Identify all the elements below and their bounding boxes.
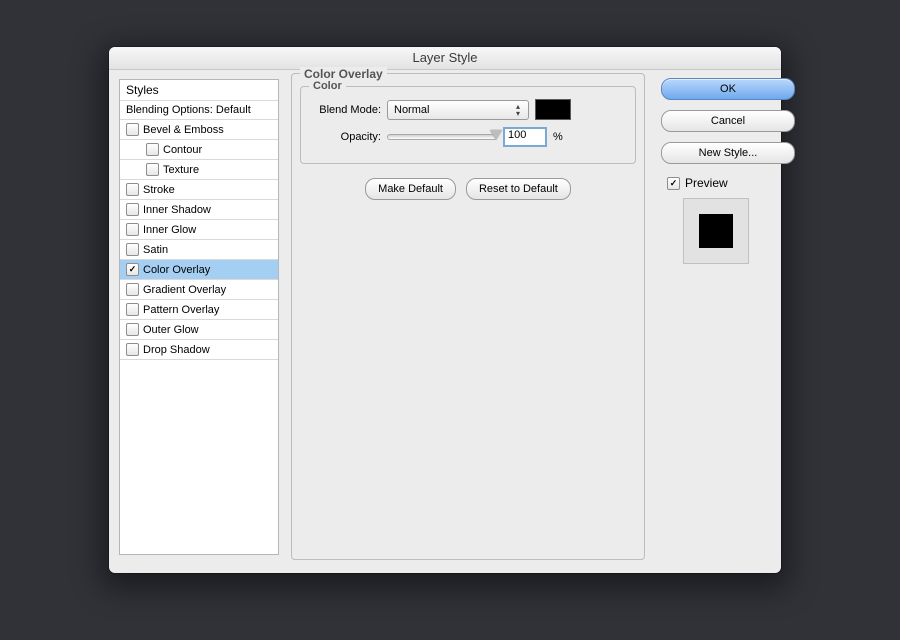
blend-mode-row: Blend Mode: Normal ▴▾ (307, 99, 571, 120)
preview-thumbnail (683, 198, 749, 264)
opacity-slider[interactable] (387, 134, 497, 140)
dialog-buttons: OK Cancel New Style... Preview (661, 78, 771, 264)
style-checkbox[interactable] (146, 143, 159, 156)
style-label: Inner Glow (143, 224, 196, 236)
blend-mode-label: Blend Mode: (307, 104, 381, 116)
dialog-content: Styles Blending Options: Default Bevel &… (119, 79, 771, 563)
make-default-button[interactable]: Make Default (365, 178, 456, 200)
preview-label: Preview (685, 176, 728, 190)
opacity-row: Opacity: 100 % (307, 127, 563, 147)
style-checkbox[interactable] (126, 263, 139, 276)
style-row-texture[interactable]: Texture (120, 160, 278, 180)
layer-style-dialog: Layer Style Styles Blending Options: Def… (109, 47, 781, 573)
dialog-title: Layer Style (109, 47, 781, 70)
style-checkbox[interactable] (126, 223, 139, 236)
preview-swatch (699, 214, 733, 248)
style-label: Inner Shadow (143, 204, 211, 216)
style-row-color-overlay[interactable]: Color Overlay (120, 260, 278, 280)
style-label: Contour (163, 144, 202, 156)
style-row-outer-glow[interactable]: Outer Glow (120, 320, 278, 340)
style-label: Pattern Overlay (143, 304, 219, 316)
style-row-drop-shadow[interactable]: Drop Shadow (120, 340, 278, 360)
opacity-unit: % (553, 131, 563, 143)
options-panel-title: Color Overlay (300, 67, 387, 81)
style-checkbox[interactable] (126, 323, 139, 336)
new-style-button[interactable]: New Style... (661, 142, 795, 164)
blending-options-row[interactable]: Blending Options: Default (120, 101, 278, 120)
style-label: Gradient Overlay (143, 284, 226, 296)
style-row-pattern-overlay[interactable]: Pattern Overlay (120, 300, 278, 320)
ok-button[interactable]: OK (661, 78, 795, 100)
overlay-color-swatch[interactable] (535, 99, 571, 120)
style-checkbox[interactable] (126, 183, 139, 196)
color-group-title: Color (309, 80, 346, 92)
style-label: Outer Glow (143, 324, 199, 336)
style-checkbox[interactable] (126, 283, 139, 296)
style-label: Texture (163, 164, 199, 176)
opacity-label: Opacity: (307, 131, 381, 143)
style-checkbox[interactable] (126, 303, 139, 316)
select-stepper-icon: ▴▾ (512, 103, 524, 117)
opacity-slider-thumb[interactable] (490, 130, 502, 140)
style-row-stroke[interactable]: Stroke (120, 180, 278, 200)
style-row-gradient-overlay[interactable]: Gradient Overlay (120, 280, 278, 300)
style-row-inner-shadow[interactable]: Inner Shadow (120, 200, 278, 220)
cancel-button[interactable]: Cancel (661, 110, 795, 132)
blend-mode-value: Normal (394, 104, 429, 116)
style-label: Color Overlay (143, 264, 210, 276)
reset-default-button[interactable]: Reset to Default (466, 178, 571, 200)
style-checkbox[interactable] (126, 203, 139, 216)
style-checkbox[interactable] (126, 243, 139, 256)
defaults-row: Make Default Reset to Default (292, 178, 644, 200)
style-row-bevel-emboss[interactable]: Bevel & Emboss (120, 120, 278, 140)
style-checkbox[interactable] (126, 123, 139, 136)
style-checkbox[interactable] (146, 163, 159, 176)
blend-mode-select[interactable]: Normal ▴▾ (387, 100, 529, 120)
options-panel: Color Overlay Color Blend Mode: Normal ▴… (291, 73, 645, 560)
style-checkbox[interactable] (126, 343, 139, 356)
style-label: Bevel & Emboss (143, 124, 224, 136)
style-label: Drop Shadow (143, 344, 210, 356)
preview-checkbox[interactable] (667, 177, 680, 190)
styles-list-panel: Styles Blending Options: Default Bevel &… (119, 79, 279, 555)
style-label: Satin (143, 244, 168, 256)
style-label: Stroke (143, 184, 175, 196)
style-row-contour[interactable]: Contour (120, 140, 278, 160)
preview-toggle[interactable]: Preview (667, 176, 771, 190)
opacity-input[interactable]: 100 (503, 127, 547, 147)
style-row-inner-glow[interactable]: Inner Glow (120, 220, 278, 240)
styles-header[interactable]: Styles (120, 80, 278, 101)
color-group: Color Blend Mode: Normal ▴▾ Opacity: 100 (300, 86, 636, 164)
style-row-satin[interactable]: Satin (120, 240, 278, 260)
